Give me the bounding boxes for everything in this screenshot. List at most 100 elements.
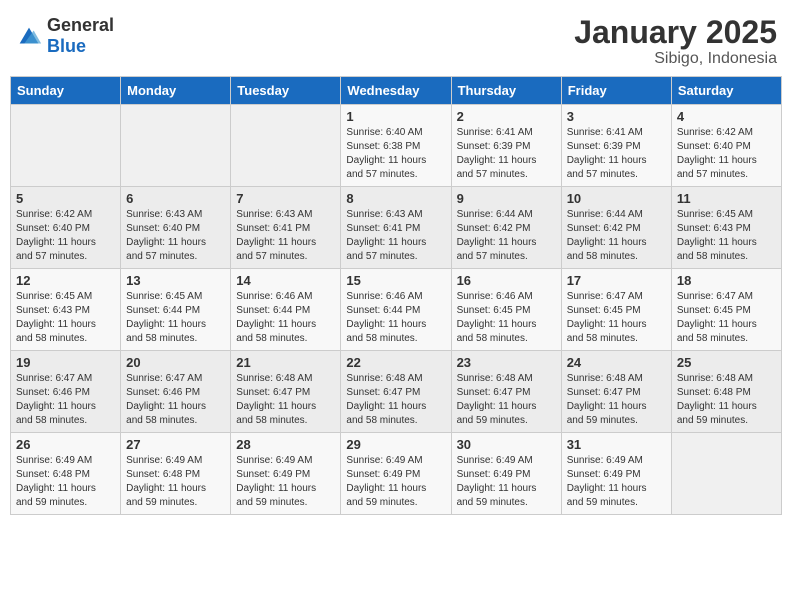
page-header: General Blue January 2025 Sibigo, Indone… <box>10 10 782 68</box>
day-number: 28 <box>236 437 335 452</box>
day-number: 29 <box>346 437 445 452</box>
calendar-cell: 28 Sunrise: 6:49 AMSunset: 6:49 PMDayligh… <box>231 433 341 515</box>
day-info: Sunrise: 6:43 AMSunset: 6:41 PMDaylight:… <box>346 209 426 262</box>
day-number: 22 <box>346 355 445 370</box>
logo-icon <box>15 23 43 51</box>
day-info: Sunrise: 6:46 AMSunset: 6:44 PMDaylight:… <box>236 291 316 344</box>
calendar-table: SundayMondayTuesdayWednesdayThursdayFrid… <box>10 76 782 515</box>
calendar-cell: 9 Sunrise: 6:44 AMSunset: 6:42 PMDaylight… <box>451 187 561 269</box>
day-number: 31 <box>567 437 666 452</box>
day-number: 11 <box>677 191 776 206</box>
calendar-cell: 4Sunrise: 6:42 AMSunset: 6:40 PMDaylight… <box>671 105 781 187</box>
calendar-cell <box>121 105 231 187</box>
calendar-cell: 19 Sunrise: 6:47 AMSunset: 6:46 PMDayligh… <box>11 351 121 433</box>
day-info: Sunrise: 6:48 AMSunset: 6:47 PMDaylight:… <box>346 373 426 426</box>
day-info: Sunrise: 6:46 AMSunset: 6:44 PMDaylight:… <box>346 291 426 344</box>
weekday-header-friday: Friday <box>561 77 671 105</box>
day-number: 12 <box>16 273 115 288</box>
day-info: Sunrise: 6:49 AMSunset: 6:49 PMDaylight:… <box>236 455 316 508</box>
day-number: 5 <box>16 191 115 206</box>
day-info: Sunrise: 6:48 AMSunset: 6:47 PMDaylight:… <box>567 373 647 426</box>
calendar-week-row: 26 Sunrise: 6:49 AMSunset: 6:48 PMDayligh… <box>11 433 782 515</box>
calendar-cell: 3Sunrise: 6:41 AMSunset: 6:39 PMDaylight… <box>561 105 671 187</box>
logo-blue-text: Blue <box>47 36 114 57</box>
calendar-cell: 15 Sunrise: 6:46 AMSunset: 6:44 PMDayligh… <box>341 269 451 351</box>
day-number: 24 <box>567 355 666 370</box>
day-info: Sunrise: 6:46 AMSunset: 6:45 PMDaylight:… <box>457 291 537 344</box>
calendar-cell: 6 Sunrise: 6:43 AMSunset: 6:40 PMDaylight… <box>121 187 231 269</box>
day-number: 30 <box>457 437 556 452</box>
calendar-cell: 31Sunrise: 6:49 AMSunset: 6:49 PMDayligh… <box>561 433 671 515</box>
weekday-header-tuesday: Tuesday <box>231 77 341 105</box>
logo-text: General Blue <box>47 15 114 57</box>
calendar-cell: 2 Sunrise: 6:41 AMSunset: 6:39 PMDaylight… <box>451 105 561 187</box>
day-info: Sunrise: 6:47 AMSunset: 6:46 PMDaylight:… <box>16 373 96 426</box>
day-number: 2 <box>457 109 556 124</box>
calendar-cell: 8 Sunrise: 6:43 AMSunset: 6:41 PMDaylight… <box>341 187 451 269</box>
calendar-cell: 26 Sunrise: 6:49 AMSunset: 6:48 PMDayligh… <box>11 433 121 515</box>
day-info: Sunrise: 6:48 AMSunset: 6:47 PMDaylight:… <box>236 373 316 426</box>
day-info: Sunrise: 6:45 AMSunset: 6:43 PMDaylight:… <box>16 291 96 344</box>
day-number: 16 <box>457 273 556 288</box>
calendar-cell: 11 Sunrise: 6:45 AMSunset: 6:43 PMDayligh… <box>671 187 781 269</box>
day-info: Sunrise: 6:45 AMSunset: 6:43 PMDaylight:… <box>677 209 757 262</box>
calendar-cell: 12 Sunrise: 6:45 AMSunset: 6:43 PMDayligh… <box>11 269 121 351</box>
calendar-cell: 7 Sunrise: 6:43 AMSunset: 6:41 PMDaylight… <box>231 187 341 269</box>
day-number: 9 <box>457 191 556 206</box>
day-number: 26 <box>16 437 115 452</box>
title-section: January 2025 Sibigo, Indonesia <box>574 15 777 68</box>
logo-general-text: General <box>47 15 114 36</box>
calendar-cell: 25Sunrise: 6:48 AMSunset: 6:48 PMDayligh… <box>671 351 781 433</box>
location: Sibigo, Indonesia <box>574 50 777 68</box>
day-number: 4 <box>677 109 776 124</box>
day-number: 14 <box>236 273 335 288</box>
calendar-cell: 16 Sunrise: 6:46 AMSunset: 6:45 PMDayligh… <box>451 269 561 351</box>
day-number: 19 <box>16 355 115 370</box>
day-info: Sunrise: 6:44 AMSunset: 6:42 PMDaylight:… <box>457 209 537 262</box>
day-info: Sunrise: 6:48 AMSunset: 6:48 PMDaylight:… <box>677 373 757 426</box>
calendar-cell: 27 Sunrise: 6:49 AMSunset: 6:48 PMDayligh… <box>121 433 231 515</box>
day-info: Sunrise: 6:49 AMSunset: 6:48 PMDaylight:… <box>16 455 96 508</box>
calendar-cell: 13Sunrise: 6:45 AMSunset: 6:44 PMDayligh… <box>121 269 231 351</box>
day-number: 23 <box>457 355 556 370</box>
calendar-cell: 21 Sunrise: 6:48 AMSunset: 6:47 PMDayligh… <box>231 351 341 433</box>
day-number: 27 <box>126 437 225 452</box>
day-info: Sunrise: 6:49 AMSunset: 6:48 PMDaylight:… <box>126 455 206 508</box>
weekday-header-saturday: Saturday <box>671 77 781 105</box>
day-info: Sunrise: 6:49 AMSunset: 6:49 PMDaylight:… <box>346 455 426 508</box>
calendar-cell: 10 Sunrise: 6:44 AMSunset: 6:42 PMDayligh… <box>561 187 671 269</box>
calendar-cell: 24 Sunrise: 6:48 AMSunset: 6:47 PMDayligh… <box>561 351 671 433</box>
day-info: Sunrise: 6:48 AMSunset: 6:47 PMDaylight:… <box>457 373 537 426</box>
calendar-cell: 1Sunrise: 6:40 AMSunset: 6:38 PMDaylight… <box>341 105 451 187</box>
day-info: Sunrise: 6:49 AMSunset: 6:49 PMDaylight:… <box>457 455 537 508</box>
day-info: Sunrise: 6:41 AMSunset: 6:39 PMDaylight:… <box>567 127 647 180</box>
calendar-cell: 20Sunrise: 6:47 AMSunset: 6:46 PMDayligh… <box>121 351 231 433</box>
day-number: 7 <box>236 191 335 206</box>
day-number: 15 <box>346 273 445 288</box>
calendar-cell: 23 Sunrise: 6:48 AMSunset: 6:47 PMDayligh… <box>451 351 561 433</box>
logo: General Blue <box>15 15 114 57</box>
weekday-header-sunday: Sunday <box>11 77 121 105</box>
day-info: Sunrise: 6:44 AMSunset: 6:42 PMDaylight:… <box>567 209 647 262</box>
calendar-cell: 29 Sunrise: 6:49 AMSunset: 6:49 PMDayligh… <box>341 433 451 515</box>
day-number: 10 <box>567 191 666 206</box>
calendar-cell: 17 Sunrise: 6:47 AMSunset: 6:45 PMDayligh… <box>561 269 671 351</box>
weekday-header-row: SundayMondayTuesdayWednesdayThursdayFrid… <box>11 77 782 105</box>
day-info: Sunrise: 6:43 AMSunset: 6:41 PMDaylight:… <box>236 209 316 262</box>
day-number: 21 <box>236 355 335 370</box>
day-info: Sunrise: 6:47 AMSunset: 6:45 PMDaylight:… <box>567 291 647 344</box>
calendar-week-row: 12 Sunrise: 6:45 AMSunset: 6:43 PMDayligh… <box>11 269 782 351</box>
day-number: 8 <box>346 191 445 206</box>
day-number: 6 <box>126 191 225 206</box>
weekday-header-thursday: Thursday <box>451 77 561 105</box>
day-info: Sunrise: 6:42 AMSunset: 6:40 PMDaylight:… <box>16 209 96 262</box>
calendar-cell: 18Sunrise: 6:47 AMSunset: 6:45 PMDayligh… <box>671 269 781 351</box>
day-info: Sunrise: 6:41 AMSunset: 6:39 PMDaylight:… <box>457 127 537 180</box>
calendar-week-row: 5 Sunrise: 6:42 AMSunset: 6:40 PMDaylight… <box>11 187 782 269</box>
calendar-cell: 22 Sunrise: 6:48 AMSunset: 6:47 PMDayligh… <box>341 351 451 433</box>
day-number: 17 <box>567 273 666 288</box>
weekday-header-wednesday: Wednesday <box>341 77 451 105</box>
day-info: Sunrise: 6:43 AMSunset: 6:40 PMDaylight:… <box>126 209 206 262</box>
calendar-cell: 30 Sunrise: 6:49 AMSunset: 6:49 PMDayligh… <box>451 433 561 515</box>
day-number: 13 <box>126 273 225 288</box>
